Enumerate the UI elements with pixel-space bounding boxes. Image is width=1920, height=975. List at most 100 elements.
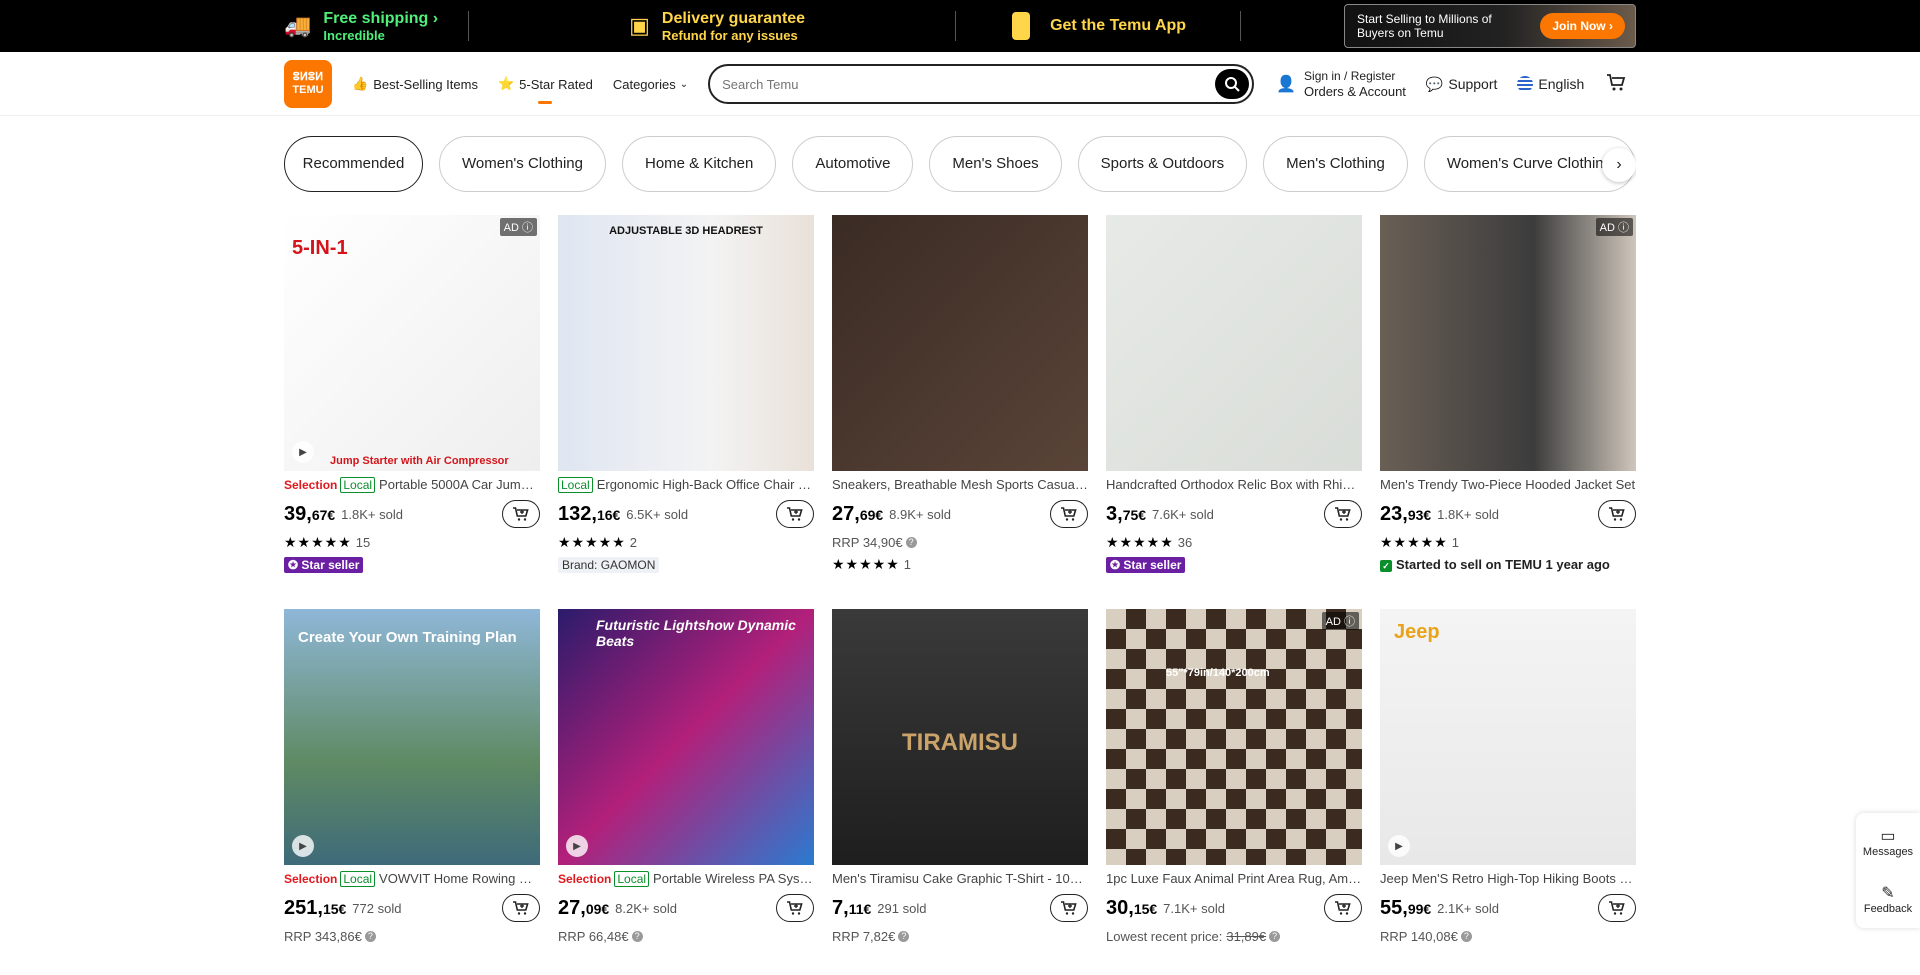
account-menu[interactable]: 👤 Sign in / Register Orders & Account bbox=[1276, 69, 1406, 99]
product-title-line[interactable]: Men's Trendy Two-Piece Hooded Jacket Set bbox=[1380, 477, 1636, 493]
nav-categories[interactable]: Categories ⌄ bbox=[613, 52, 688, 116]
join-now-button[interactable]: Join Now › bbox=[1540, 13, 1625, 39]
info-icon[interactable]: ? bbox=[364, 930, 376, 942]
divider bbox=[468, 11, 470, 41]
product-title-line[interactable]: SelectionLocalPortable 5000A Car Jump St… bbox=[284, 477, 540, 493]
rating-row[interactable]: ★★★★★ 2 bbox=[558, 533, 814, 551]
product-card[interactable]: 55"*79in/140*200cm AD ⓘ 1pc Luxe Faux Anim… bbox=[1106, 609, 1362, 975]
rating-row[interactable]: ★★★★★ 1 bbox=[832, 555, 1088, 573]
product-title-line[interactable]: Jeep Men'S Retro High-Top Hiking Boots -… bbox=[1380, 871, 1636, 887]
feedback-label: Feedback bbox=[1863, 903, 1913, 916]
product-image[interactable]: Create Your Own Training Plan ▶ bbox=[284, 609, 540, 865]
rating-count: 36 bbox=[1177, 534, 1193, 550]
image-headline: Create Your Own Training Plan bbox=[298, 629, 517, 646]
free-shipping-promo[interactable]: 🚚 Free shipping › Incredible bbox=[284, 0, 438, 52]
add-to-cart-button[interactable] bbox=[502, 894, 540, 922]
product-image[interactable] bbox=[1106, 215, 1362, 471]
search-input[interactable] bbox=[722, 76, 1216, 92]
category-pill[interactable]: Sports & Outdoors bbox=[1077, 136, 1248, 192]
product-title-line[interactable]: Selection Local Portable Wireless PA Syste… bbox=[558, 871, 814, 887]
get-app-promo[interactable]: Get the Temu App bbox=[1012, 0, 1186, 52]
greece-flag-icon bbox=[1517, 76, 1534, 92]
add-to-cart-button[interactable] bbox=[1324, 500, 1362, 528]
messages-button[interactable]: ▭ Messages bbox=[1863, 826, 1913, 858]
ad-badge[interactable]: AD ⓘ bbox=[1595, 218, 1633, 236]
ad-badge[interactable]: AD ⓘ bbox=[499, 218, 537, 236]
info-icon[interactable]: ? bbox=[905, 536, 917, 548]
category-pill[interactable]: Men's Shoes bbox=[929, 136, 1062, 192]
ad-badge[interactable]: AD ⓘ bbox=[1321, 612, 1359, 630]
product-card[interactable]: AD ⓘ Men's Trendy Two-Piece Hooded Jacket… bbox=[1380, 215, 1636, 581]
add-to-cart-button[interactable] bbox=[1598, 500, 1636, 528]
seller-banner[interactable]: Start Selling to Millions of Buyers on T… bbox=[1344, 4, 1636, 48]
category-pill[interactable]: Home & Kitchen bbox=[621, 136, 777, 192]
product-image[interactable]: ADJUSTABLE 3D HEADREST bbox=[558, 215, 814, 471]
product-image[interactable]: TIRAMISU bbox=[832, 609, 1088, 865]
product-card[interactable]: ADJUSTABLE 3D HEADREST Local Ergonomic Hig… bbox=[558, 215, 814, 581]
product-image[interactable] bbox=[832, 215, 1088, 471]
price-integer: 27, bbox=[558, 896, 586, 919]
info-icon[interactable]: ? bbox=[1460, 930, 1472, 942]
feedback-button[interactable]: ✎ Feedback bbox=[1864, 883, 1912, 915]
rating-count: 2 bbox=[629, 534, 637, 550]
product-title-line[interactable]: 1pc Luxe Faux Animal Print Area Rug, Ame… bbox=[1106, 871, 1362, 887]
product-image[interactable]: AD ⓘ bbox=[1380, 215, 1636, 471]
product-card[interactable]: Jeep ▶ Jeep Men'S Retro High-Top Hiking Bo… bbox=[1380, 609, 1636, 975]
product-title-line[interactable]: Local Ergonomic High-Back Office Chair wi… bbox=[558, 477, 814, 493]
product-card[interactable]: TIRAMISU Men's Tiramisu Cake Graphic T-Sh… bbox=[832, 609, 1088, 975]
product-price: 3,75€ bbox=[1106, 503, 1146, 526]
product-image[interactable]: 5-IN-1 Jump Starter with Air Compressor AD… bbox=[284, 215, 540, 471]
divider bbox=[955, 11, 957, 41]
promo-bar: 🚚 Free shipping › Incredible ▣ Delivery … bbox=[0, 0, 1920, 52]
product-image[interactable]: 55"*79in/140*200cm AD ⓘ bbox=[1106, 609, 1362, 865]
add-to-cart-button[interactable] bbox=[1050, 894, 1088, 922]
play-icon[interactable]: ▶ bbox=[292, 835, 314, 857]
info-icon[interactable]: ? bbox=[898, 930, 910, 942]
rating-row[interactable]: ★★★★★ 36 bbox=[1106, 533, 1362, 551]
free-shipping-title: Free shipping bbox=[323, 9, 429, 27]
language-selector[interactable]: English bbox=[1517, 76, 1584, 92]
category-pill[interactable]: Recommended bbox=[284, 136, 423, 192]
product-title-line[interactable]: SelectionLocalVOWVIT Home Rowing Machine bbox=[284, 871, 540, 887]
rating-row[interactable]: ★★★★★ 15 bbox=[284, 533, 540, 551]
play-icon[interactable]: ▶ bbox=[1388, 835, 1410, 857]
chat-icon: 💬 bbox=[1425, 75, 1444, 92]
price-row: 3,75€ 7.6K+ sold bbox=[1106, 499, 1362, 529]
support-link[interactable]: 💬 Support bbox=[1426, 76, 1497, 93]
category-pill[interactable]: Men's Clothing bbox=[1263, 136, 1408, 192]
nav-five-star[interactable]: ⭐ 5-Star Rated bbox=[498, 52, 593, 116]
play-icon[interactable]: ▶ bbox=[292, 441, 314, 463]
price-row: 27,69€ 8.9K+ sold bbox=[832, 499, 1088, 529]
info-icon[interactable]: ? bbox=[631, 930, 643, 942]
product-image[interactable]: Jeep ▶ bbox=[1380, 609, 1636, 865]
temu-logo[interactable]: ⵓⵍⵓⵍ TEMU bbox=[284, 60, 332, 108]
product-title-line[interactable]: Men's Tiramisu Cake Graphic T-Shirt - 10… bbox=[832, 871, 1088, 887]
nav-best-selling[interactable]: 👍 Best-Selling Items bbox=[352, 52, 478, 116]
add-to-cart-button[interactable] bbox=[1324, 894, 1362, 922]
play-icon[interactable]: ▶ bbox=[566, 835, 588, 857]
product-card[interactable]: 5-IN-1 Jump Starter with Air Compressor AD… bbox=[284, 215, 540, 581]
product-title-line[interactable]: Handcrafted Orthodox Relic Box with Rhin… bbox=[1106, 477, 1362, 493]
info-icon[interactable]: ? bbox=[1269, 930, 1281, 942]
add-to-cart-button[interactable] bbox=[1598, 894, 1636, 922]
category-pill[interactable]: Women's Clothing bbox=[439, 136, 606, 192]
product-title-line[interactable]: Sneakers, Breathable Mesh Sports Casual … bbox=[832, 477, 1088, 493]
search-icon bbox=[1225, 77, 1240, 92]
product-card[interactable]: Handcrafted Orthodox Relic Box with Rhin… bbox=[1106, 215, 1362, 581]
delivery-guarantee-promo[interactable]: ▣ Delivery guarantee Refund for any issu… bbox=[629, 0, 805, 52]
add-to-cart-button[interactable] bbox=[776, 894, 814, 922]
next-category-button[interactable]: › bbox=[1602, 148, 1636, 182]
search-button[interactable] bbox=[1215, 69, 1250, 99]
rating-row[interactable]: ★★★★★ 1 bbox=[1380, 533, 1636, 551]
add-to-cart-button[interactable] bbox=[1050, 500, 1088, 528]
rating-count: 15 bbox=[355, 534, 371, 550]
add-to-cart-button[interactable] bbox=[502, 500, 540, 528]
add-to-cart-button[interactable] bbox=[776, 500, 814, 528]
product-image[interactable]: Futuristic Lightshow Dynamic Beats ▶ bbox=[558, 609, 814, 865]
product-card[interactable]: Sneakers, Breathable Mesh Sports Casual … bbox=[832, 215, 1088, 581]
product-card[interactable]: Create Your Own Training Plan ▶ Selection L… bbox=[284, 609, 540, 975]
category-pill[interactable]: Automotive bbox=[792, 136, 914, 192]
cart-button[interactable] bbox=[1606, 72, 1626, 97]
product-card[interactable]: Futuristic Lightshow Dynamic Beats ▶ Selec… bbox=[558, 609, 814, 975]
rating-count: 1 bbox=[1451, 534, 1459, 550]
